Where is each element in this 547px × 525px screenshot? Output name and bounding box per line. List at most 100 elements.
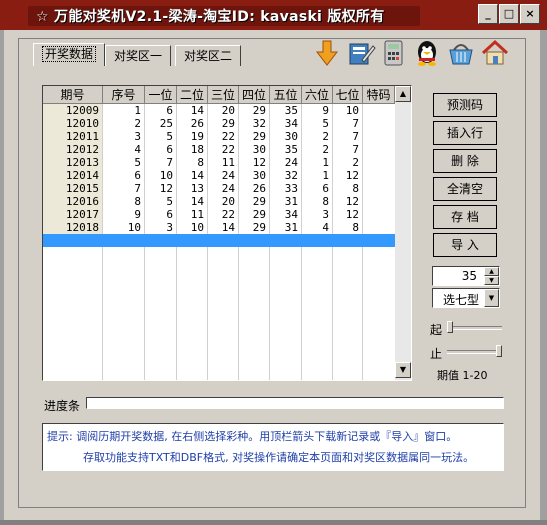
- table-cell[interactable]: 24: [208, 182, 239, 195]
- table-cell[interactable]: 3: [103, 130, 145, 143]
- table-cell[interactable]: 1: [302, 156, 333, 169]
- table-cell[interactable]: 34: [270, 117, 302, 130]
- table-cell[interactable]: 12015: [43, 182, 103, 195]
- table-cell[interactable]: 14: [177, 195, 208, 208]
- end-slider-thumb[interactable]: [496, 345, 502, 357]
- table-cell[interactable]: 12: [239, 156, 270, 169]
- table-cell[interactable]: 26: [239, 182, 270, 195]
- table-cell[interactable]: 10: [103, 221, 145, 234]
- table-cell[interactable]: 5: [145, 195, 177, 208]
- start-slider-thumb[interactable]: [447, 321, 453, 333]
- table-cell[interactable]: 5: [103, 156, 145, 169]
- table-cell[interactable]: 29: [239, 221, 270, 234]
- document-edit-icon[interactable]: [346, 38, 376, 68]
- table-cell[interactable]: 3: [302, 208, 333, 221]
- end-slider[interactable]: [447, 345, 502, 357]
- table-cell[interactable]: 24: [270, 156, 302, 169]
- table-cell[interactable]: 6: [145, 104, 177, 117]
- table-cell[interactable]: 20: [208, 104, 239, 117]
- table-cell[interactable]: 9: [103, 208, 145, 221]
- table-cell[interactable]: 20: [208, 195, 239, 208]
- table-cell[interactable]: 12018: [43, 221, 103, 234]
- tab-check-zone-1[interactable]: 对奖区一: [105, 45, 172, 66]
- table-cell[interactable]: 14: [177, 104, 208, 117]
- table-cell[interactable]: 8: [177, 156, 208, 169]
- table-cell[interactable]: 33: [270, 182, 302, 195]
- table-cell[interactable]: [363, 104, 395, 117]
- table-cell[interactable]: 5: [302, 117, 333, 130]
- maximize-button[interactable]: □: [499, 4, 519, 24]
- table-cell[interactable]: 22: [208, 143, 239, 156]
- table-cell[interactable]: 12016: [43, 195, 103, 208]
- table-cell[interactable]: 7: [333, 130, 363, 143]
- qq-penguin-icon[interactable]: [412, 38, 442, 68]
- table-cell[interactable]: 2: [302, 130, 333, 143]
- table-cell[interactable]: 32: [270, 169, 302, 182]
- table-cell[interactable]: 14: [177, 169, 208, 182]
- table-cell[interactable]: 25: [145, 117, 177, 130]
- table-cell[interactable]: 6: [145, 208, 177, 221]
- table-cell[interactable]: 6: [145, 143, 177, 156]
- tab-check-zone-2[interactable]: 对奖区二: [175, 45, 242, 66]
- table-cell[interactable]: 2: [103, 117, 145, 130]
- table-cell[interactable]: 30: [239, 169, 270, 182]
- table-cell[interactable]: 7: [333, 143, 363, 156]
- table-cell[interactable]: 1: [103, 104, 145, 117]
- table-cell[interactable]: [363, 169, 395, 182]
- table-cell[interactable]: 5: [145, 130, 177, 143]
- table-cell[interactable]: [363, 130, 395, 143]
- column-header[interactable]: 三位: [208, 86, 239, 104]
- table-cell[interactable]: 35: [270, 143, 302, 156]
- table-cell[interactable]: 12: [145, 182, 177, 195]
- table-cell[interactable]: 12011: [43, 130, 103, 143]
- shopping-basket-icon[interactable]: [446, 38, 476, 68]
- table-cell[interactable]: 10: [145, 169, 177, 182]
- insert-row-button[interactable]: 插入行: [433, 121, 497, 145]
- table-cell[interactable]: 11: [208, 156, 239, 169]
- table-cell[interactable]: 9: [302, 104, 333, 117]
- lottery-type-select[interactable]: 选七型 ▼: [432, 288, 500, 308]
- column-header[interactable]: 特码: [363, 86, 395, 104]
- table-cell[interactable]: 18: [177, 143, 208, 156]
- table-cell[interactable]: 31: [270, 195, 302, 208]
- table-cell[interactable]: 12009: [43, 104, 103, 117]
- table-cell[interactable]: 12: [333, 195, 363, 208]
- draw-data-table[interactable]: 期号 序号 一位 二位 三位 四位 五位 六位 七位 特码 12009 1 6 14 20 29 35 9 10 12…: [42, 85, 412, 381]
- table-cell[interactable]: 32: [239, 117, 270, 130]
- table-cell[interactable]: 12014: [43, 169, 103, 182]
- column-header[interactable]: 六位: [302, 86, 333, 104]
- column-header[interactable]: 七位: [333, 86, 363, 104]
- table-cell[interactable]: 14: [208, 221, 239, 234]
- scroll-down-icon[interactable]: ▼: [395, 362, 411, 378]
- start-slider[interactable]: [447, 321, 502, 333]
- new-row-selected[interactable]: [43, 234, 395, 247]
- table-cell[interactable]: 12: [333, 169, 363, 182]
- table-cell[interactable]: 24: [208, 169, 239, 182]
- table-cell[interactable]: 29: [239, 195, 270, 208]
- column-header[interactable]: 序号: [103, 86, 145, 104]
- table-cell[interactable]: 22: [208, 208, 239, 221]
- table-cell[interactable]: 12013: [43, 156, 103, 169]
- table-cell[interactable]: 1: [302, 169, 333, 182]
- table-cell[interactable]: 7: [333, 117, 363, 130]
- table-cell[interactable]: [363, 156, 395, 169]
- table-cell[interactable]: 30: [239, 143, 270, 156]
- chevron-down-icon[interactable]: ▼: [484, 289, 499, 307]
- table-cell[interactable]: 19: [177, 130, 208, 143]
- table-cell[interactable]: 10: [177, 221, 208, 234]
- table-cell[interactable]: [363, 117, 395, 130]
- table-cell[interactable]: 31: [270, 221, 302, 234]
- table-cell[interactable]: 7: [103, 182, 145, 195]
- calculator-icon[interactable]: [378, 38, 408, 68]
- table-cell[interactable]: [363, 143, 395, 156]
- number-spinner[interactable]: 35 ▲ ▼: [432, 266, 500, 286]
- table-cell[interactable]: 29: [239, 208, 270, 221]
- table-cell[interactable]: 3: [145, 221, 177, 234]
- table-cell[interactable]: 35: [270, 104, 302, 117]
- table-cell[interactable]: 29: [239, 104, 270, 117]
- table-cell[interactable]: [363, 221, 395, 234]
- save-button[interactable]: 存 档: [433, 205, 497, 229]
- table-cell[interactable]: 2: [302, 143, 333, 156]
- table-cell[interactable]: 12010: [43, 117, 103, 130]
- table-cell[interactable]: 34: [270, 208, 302, 221]
